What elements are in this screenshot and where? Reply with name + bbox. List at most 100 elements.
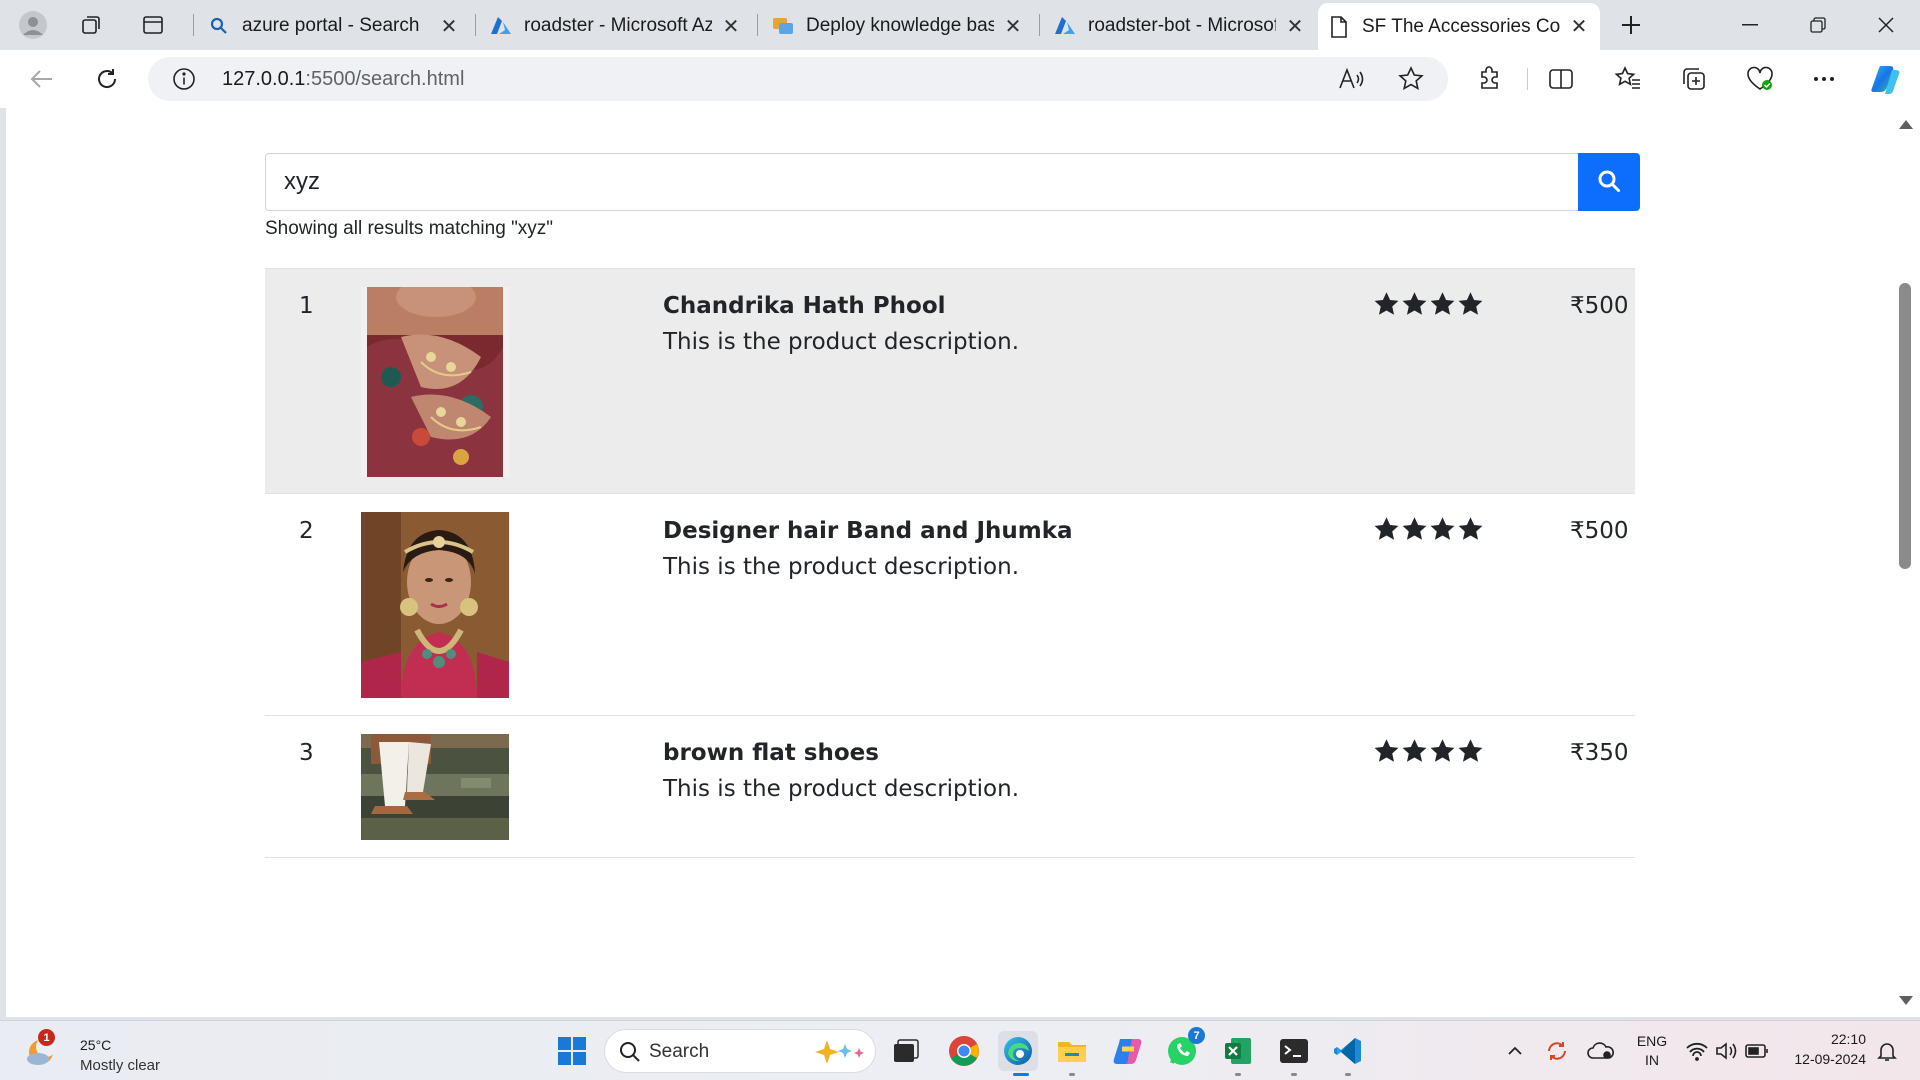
- language-indicator[interactable]: ENG IN: [1632, 1033, 1672, 1068]
- tab-roadster-bot[interactable]: roadster-bot - Microsoft Azure ✕: [1044, 5, 1316, 47]
- favorite-star-icon[interactable]: [1398, 66, 1424, 97]
- weather-description: Mostly clear: [80, 1057, 161, 1074]
- url-text[interactable]: 127.0.0.1:5500/search.html: [222, 68, 464, 91]
- task-view-icon[interactable]: [886, 1031, 926, 1071]
- rating-stars: [1373, 738, 1484, 768]
- page-scrollbar[interactable]: [1894, 108, 1920, 1017]
- weather-widget[interactable]: 1 25°C Mostly clear: [16, 1027, 216, 1075]
- split-screen-icon[interactable]: [1543, 61, 1579, 97]
- close-window-icon[interactable]: [1852, 0, 1920, 50]
- product-image[interactable]: [361, 734, 509, 840]
- product-image[interactable]: [361, 512, 509, 698]
- extensions-icon[interactable]: [1472, 61, 1508, 97]
- more-options-icon[interactable]: [1806, 61, 1842, 97]
- product-name[interactable]: Chandrika Hath Phool: [663, 293, 946, 319]
- close-icon[interactable]: ✕: [720, 15, 742, 38]
- copilot-icon[interactable]: [1868, 61, 1904, 97]
- tab-title: SF The Accessories Corner: [1362, 15, 1560, 37]
- refresh-icon[interactable]: [89, 61, 125, 97]
- show-hidden-icons-chevron-icon[interactable]: [1502, 1031, 1528, 1071]
- tab-deploy-kb[interactable]: Deploy knowledge base ✕: [762, 5, 1034, 47]
- page-icon: [1328, 15, 1350, 38]
- start-windows-icon[interactable]: [552, 1031, 592, 1071]
- star-icon: [1457, 291, 1484, 321]
- product-description: This is the product description.: [663, 554, 1020, 580]
- notification-badge: 7: [1188, 1027, 1205, 1044]
- table-row[interactable]: 3 brown flat shoes This is the product d…: [265, 716, 1635, 858]
- edge-icon[interactable]: [998, 1031, 1038, 1071]
- whatsapp-icon[interactable]: 7: [1162, 1027, 1205, 1071]
- search-bar: [265, 153, 1640, 211]
- scroll-down-arrow-icon[interactable]: [1899, 996, 1913, 1005]
- search-input[interactable]: [265, 153, 1578, 211]
- favorites-icon[interactable]: [1610, 61, 1646, 97]
- row-number: 2: [299, 518, 314, 544]
- notification-bell-icon[interactable]: [1872, 1031, 1902, 1071]
- volume-icon[interactable]: [1712, 1031, 1742, 1071]
- row-number: 3: [299, 740, 314, 766]
- results-table: 1 Chandrika Hath Phool This is the produ…: [265, 268, 1635, 858]
- star-icon: [1401, 738, 1428, 768]
- product-description: This is the product description.: [663, 329, 1020, 355]
- chrome-icon[interactable]: [944, 1031, 984, 1071]
- taskbar-search-box[interactable]: Search: [604, 1029, 876, 1073]
- copilot-app-icon[interactable]: [1108, 1031, 1148, 1071]
- search-highlights-icon: [813, 1038, 869, 1071]
- product-image[interactable]: [361, 287, 509, 477]
- minimize-icon[interactable]: [1716, 0, 1784, 50]
- close-icon[interactable]: ✕: [438, 15, 460, 38]
- star-icon: [1401, 291, 1428, 321]
- search-icon: [208, 15, 230, 37]
- vscode-icon[interactable]: [1328, 1031, 1368, 1071]
- close-icon[interactable]: ✕: [1002, 15, 1024, 38]
- azure-icon: [1054, 15, 1076, 37]
- product-price: ₹500: [1570, 518, 1629, 544]
- scrollbar-thumb[interactable]: [1899, 283, 1911, 569]
- tab-roadster-azure[interactable]: roadster - Microsoft Azure ✕: [480, 5, 752, 47]
- rating-stars: [1373, 291, 1484, 321]
- sync-icon[interactable]: [1542, 1031, 1572, 1071]
- wifi-icon[interactable]: [1682, 1031, 1712, 1071]
- star-icon: [1457, 516, 1484, 546]
- star-icon: [1373, 291, 1400, 321]
- back-icon[interactable]: [24, 61, 60, 97]
- battery-icon[interactable]: [1742, 1031, 1772, 1071]
- tab-azure-search[interactable]: azure portal - Search ✕: [198, 5, 470, 47]
- results-summary: Showing all results matching "xyz": [265, 218, 554, 239]
- tab-strip: azure portal - Search ✕ roadster - Micro…: [0, 0, 1920, 50]
- table-row[interactable]: 1 Chandrika Hath Phool This is the produ…: [265, 268, 1635, 494]
- vertical-tabs-icon[interactable]: [136, 8, 170, 42]
- search-button[interactable]: [1578, 153, 1640, 211]
- clock[interactable]: 22:10 12-09-2024: [1782, 1031, 1866, 1067]
- product-name[interactable]: Designer hair Band and Jhumka: [663, 518, 1073, 544]
- tab-accessories-corner[interactable]: SF The Accessories Corner ✕: [1318, 3, 1600, 50]
- read-aloud-icon[interactable]: [1338, 67, 1364, 96]
- new-tab-icon[interactable]: [1614, 8, 1648, 42]
- restore-icon[interactable]: [1784, 0, 1852, 50]
- tab-title: roadster - Microsoft Azure: [524, 15, 712, 36]
- collections-icon[interactable]: [1676, 61, 1712, 97]
- excel-icon[interactable]: [1218, 1031, 1258, 1071]
- product-description: This is the product description.: [663, 776, 1020, 802]
- search-icon: [619, 1041, 641, 1068]
- tab-title: roadster-bot - Microsoft Azure: [1088, 15, 1276, 36]
- address-bar[interactable]: 127.0.0.1:5500/search.html: [148, 57, 1448, 101]
- star-icon: [1401, 516, 1428, 546]
- site-info-icon[interactable]: [172, 67, 196, 96]
- file-explorer-icon[interactable]: [1052, 1031, 1092, 1071]
- rating-stars: [1373, 516, 1484, 546]
- profile-avatar-icon[interactable]: [16, 8, 50, 42]
- table-row[interactable]: 2 Designer hair Band and Jhumka This is …: [265, 494, 1635, 716]
- close-icon[interactable]: ✕: [1284, 15, 1306, 38]
- product-name[interactable]: brown flat shoes: [663, 740, 879, 766]
- terminal-icon[interactable]: [1274, 1031, 1314, 1071]
- scroll-up-arrow-icon[interactable]: [1899, 120, 1913, 129]
- workspaces-icon[interactable]: [74, 8, 108, 42]
- browser-essentials-icon[interactable]: [1742, 61, 1778, 97]
- star-icon: [1373, 738, 1400, 768]
- product-price: ₹500: [1570, 293, 1629, 319]
- tab-title: azure portal - Search: [242, 15, 420, 36]
- weather-alert-badge: 1: [38, 1029, 55, 1046]
- onedrive-icon[interactable]: [1586, 1031, 1616, 1071]
- close-icon[interactable]: ✕: [1568, 16, 1590, 38]
